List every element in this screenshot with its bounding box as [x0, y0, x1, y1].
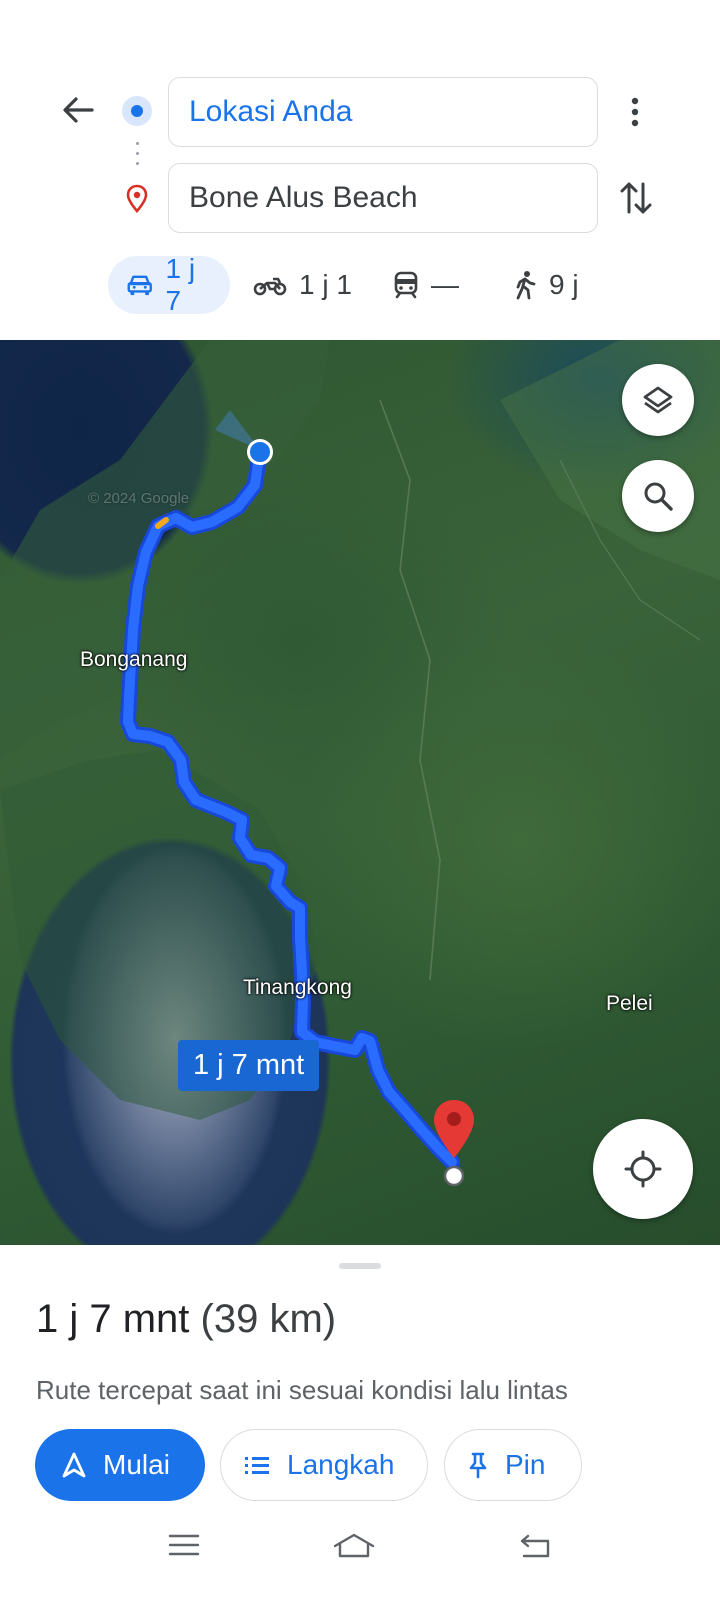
travel-mode-tabs: 1 j 7 1 j 1 — 9 j — [108, 253, 628, 316]
tab-drive-label: 1 j 7 — [165, 253, 196, 316]
my-location-button[interactable] — [593, 1119, 693, 1219]
destination-pin-icon — [124, 184, 150, 214]
swap-vert-icon — [620, 182, 652, 214]
steps-button[interactable]: Langkah — [220, 1429, 428, 1501]
gps-crosshair-icon — [624, 1150, 662, 1188]
search-icon — [644, 482, 673, 511]
map-view[interactable]: Bonganang Tinangkong Pelei © 2024 Google… — [0, 340, 720, 1245]
start-navigation-button[interactable]: Mulai — [35, 1429, 205, 1501]
tab-transit-label: — — [431, 269, 459, 300]
menu-lines-icon — [168, 1534, 200, 1556]
layers-button[interactable] — [622, 364, 694, 436]
layers-icon — [643, 386, 673, 414]
origin-field[interactable]: Lokasi Anda — [168, 77, 598, 147]
location-pin-icon — [434, 1100, 474, 1187]
back-button[interactable] — [58, 90, 98, 130]
train-icon — [394, 271, 418, 299]
place-label-bonganang: Bonganang — [80, 648, 188, 671]
back-nav-icon — [520, 1534, 550, 1558]
place-label-tinangkong: Tinangkong — [243, 976, 352, 999]
pin-button[interactable]: Pin — [444, 1429, 582, 1501]
route-distance: (39 km) — [200, 1297, 337, 1341]
directions-header: Lokasi Anda Bone Alus Beach 1 j 7 1 j 1 … — [0, 0, 720, 340]
tab-motorcycle[interactable]: 1 j 1 — [253, 256, 352, 314]
place-label-pelei: Pelei — [606, 992, 653, 1015]
destination-marker[interactable] — [432, 1098, 476, 1188]
destination-field[interactable]: Bone Alus Beach — [168, 163, 598, 233]
tab-walking[interactable]: 9 j — [513, 256, 579, 314]
route-eta-label[interactable]: 1 j 7 mnt — [178, 1040, 320, 1091]
tab-drive[interactable]: 1 j 7 — [108, 253, 230, 316]
tab-walking-label: 9 j — [549, 269, 579, 300]
car-icon — [127, 275, 152, 296]
push-pin-icon — [469, 1452, 487, 1479]
home-button[interactable] — [332, 1532, 376, 1567]
tab-motorcycle-label: 1 j 1 — [299, 269, 352, 300]
route-dots-icon — [136, 142, 139, 172]
pin-label: Pin — [505, 1449, 546, 1480]
start-navigation-label: Mulai — [103, 1449, 170, 1480]
swap-locations-button[interactable] — [618, 176, 654, 220]
back-nav-button[interactable] — [518, 1532, 554, 1565]
tab-transit[interactable]: — — [393, 256, 459, 314]
route-duration: 1 j 7 mnt — [36, 1297, 190, 1341]
motorcycle-icon — [253, 277, 287, 296]
more-options-button[interactable] — [620, 92, 650, 132]
drag-handle[interactable] — [339, 1263, 381, 1269]
route-description: Rute tercepat saat ini sesuai kondisi la… — [36, 1375, 568, 1405]
search-along-route-button[interactable] — [622, 460, 694, 532]
recent-apps-button[interactable] — [168, 1532, 200, 1563]
map-watermark: © 2024 Google — [88, 490, 190, 507]
origin-marker — [247, 439, 273, 465]
system-navigation-bar — [0, 1502, 720, 1600]
steps-label: Langkah — [287, 1449, 395, 1480]
walking-icon — [516, 271, 536, 300]
home-icon — [333, 1533, 375, 1558]
list-icon — [245, 1457, 269, 1474]
route-summary: 1 j 7 mnt (39 km) — [36, 1297, 336, 1342]
more-vert-icon — [631, 97, 639, 127]
arrow-back-icon — [63, 97, 94, 123]
route-overlay — [0, 340, 720, 1170]
navigation-arrow-icon — [62, 1452, 86, 1478]
origin-dot-icon — [122, 96, 152, 126]
